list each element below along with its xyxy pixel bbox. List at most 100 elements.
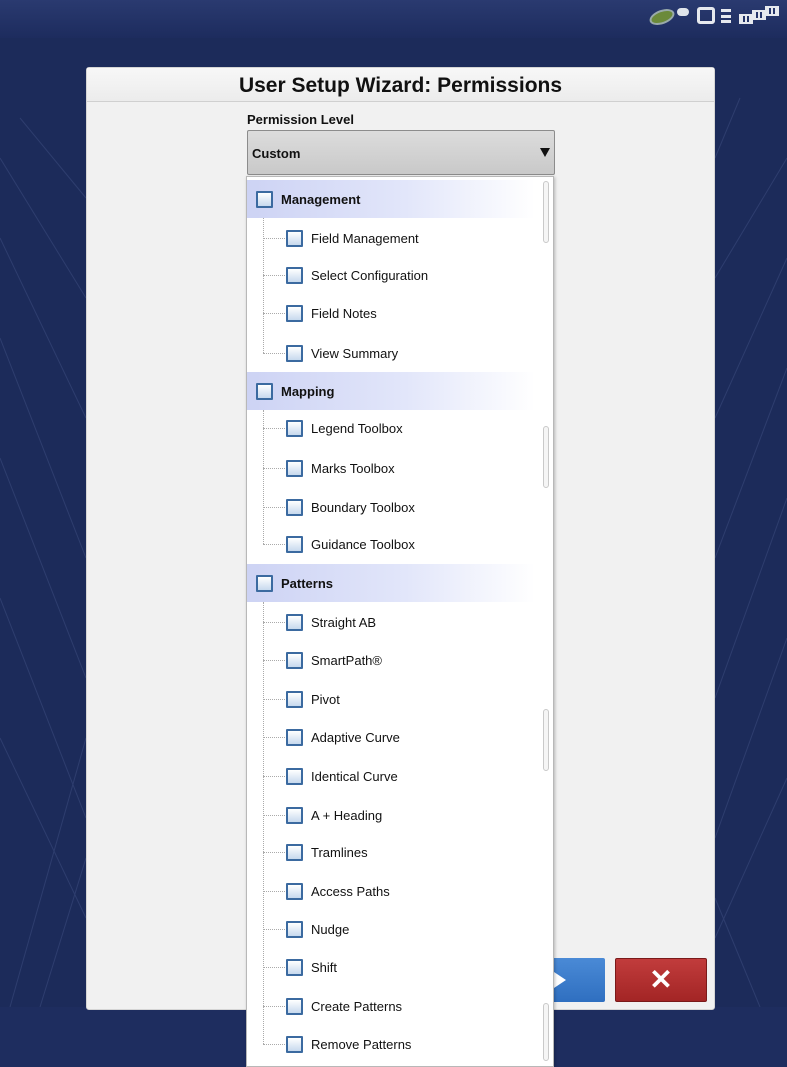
permission-item-row[interactable]: Marks Toolbox	[247, 449, 535, 487]
scrollbar-thumb-1[interactable]	[543, 181, 549, 243]
permission-item-label: Remove Patterns	[311, 1036, 412, 1052]
permission-level-value: Custom	[252, 146, 301, 161]
checkbox-icon[interactable]	[286, 459, 303, 477]
checkbox-icon[interactable]	[286, 613, 303, 631]
permission-item-label: A + Heading	[311, 807, 383, 823]
tree-connector	[263, 468, 285, 469]
permission-item-row[interactable]: Pivot	[247, 680, 535, 718]
permission-item-label: SmartPath®	[311, 652, 382, 668]
permission-item-row[interactable]: Shift	[247, 948, 535, 986]
cancel-button[interactable]: ✕	[615, 958, 707, 1002]
permission-item-row[interactable]: Field Notes	[247, 294, 535, 332]
permission-item-label: Nudge	[311, 921, 350, 937]
group-row[interactable]: Mapping	[247, 372, 535, 410]
checkbox-icon[interactable]	[286, 1035, 303, 1053]
checkbox-icon[interactable]	[286, 806, 303, 824]
tree-connector	[263, 967, 285, 968]
permission-item-label: Select Configuration	[311, 267, 429, 283]
group-label: Management	[281, 191, 361, 207]
permission-item-row[interactable]: View Summary	[247, 334, 535, 372]
tree-connector	[263, 660, 285, 661]
checkbox-icon[interactable]	[286, 728, 303, 746]
scrollbar-thumb-2[interactable]	[543, 426, 549, 488]
leaf-status-icon[interactable]	[647, 5, 689, 29]
checkbox-icon[interactable]	[286, 882, 303, 900]
permission-item-row[interactable]: A + Heading	[247, 796, 535, 834]
permission-item-label: Marks Toolbox	[311, 460, 395, 476]
dialog-title: User Setup Wizard: Permissions	[87, 68, 714, 102]
checkbox-icon[interactable]	[286, 344, 303, 362]
checkbox-icon[interactable]	[286, 690, 303, 708]
tree-connector	[263, 622, 285, 623]
checkbox-icon[interactable]	[286, 498, 303, 516]
permission-item-label: View Summary	[311, 345, 399, 361]
tree-connector	[263, 1006, 285, 1007]
tree-connector	[263, 602, 264, 1044]
group-label: Patterns	[281, 575, 334, 591]
tree-connector	[263, 428, 285, 429]
checkbox-icon[interactable]	[286, 920, 303, 938]
permission-level-select[interactable]: Custom	[247, 130, 555, 175]
scrollbar-thumb-3[interactable]	[543, 709, 549, 771]
permission-item-label: Access Paths	[311, 883, 390, 899]
list-scrollbar[interactable]	[543, 181, 549, 1061]
tree-connector	[263, 353, 285, 354]
dropdown-arrow-icon	[540, 148, 550, 157]
tree-connector	[263, 1044, 285, 1045]
tree-connector	[263, 737, 285, 738]
tree-connector	[263, 410, 264, 544]
permission-item-row[interactable]: Tramlines	[247, 833, 535, 871]
satellite-signal-icon[interactable]	[739, 6, 779, 26]
permission-item-row[interactable]: Boundary Toolbox	[247, 488, 535, 526]
group-row[interactable]: Patterns	[247, 564, 535, 602]
next-arrow-icon	[554, 972, 566, 988]
checkbox-icon[interactable]	[286, 229, 303, 247]
permission-item-row[interactable]: Create Patterns	[247, 987, 535, 1025]
permission-item-label: Straight AB	[311, 614, 377, 630]
tree-connector	[263, 275, 285, 276]
tree-connector	[263, 776, 285, 777]
status-bar	[0, 0, 787, 38]
tree-connector	[263, 218, 264, 353]
tree-connector	[263, 929, 285, 930]
permission-item-row[interactable]: Legend Toolbox	[247, 409, 535, 447]
checkbox-icon[interactable]	[256, 574, 273, 592]
permission-item-label: Identical Curve	[311, 768, 398, 784]
permission-item-row[interactable]: Select Configuration	[247, 256, 535, 294]
permission-item-row[interactable]: Remove Patterns	[247, 1025, 535, 1063]
checkbox-icon[interactable]	[286, 843, 303, 861]
checkbox-icon[interactable]	[286, 651, 303, 669]
cancel-x-icon: ✕	[649, 964, 673, 995]
checkbox-icon[interactable]	[286, 958, 303, 976]
checkbox-icon[interactable]	[286, 266, 303, 284]
permission-item-row[interactable]: Access Paths	[247, 872, 535, 910]
permission-item-label: Create Patterns	[311, 998, 403, 1014]
display-status-icon[interactable]	[697, 6, 731, 26]
tree-connector	[263, 699, 285, 700]
scrollbar-thumb-4[interactable]	[543, 1003, 549, 1061]
tree-connector	[263, 544, 285, 545]
permission-item-label: Adaptive Curve	[311, 729, 400, 745]
permission-item-row[interactable]: Field Management	[247, 219, 535, 257]
permission-item-row[interactable]: Straight AB	[247, 603, 535, 641]
checkbox-icon[interactable]	[286, 304, 303, 322]
permission-item-row[interactable]: SmartPath®	[247, 641, 535, 679]
checkbox-icon[interactable]	[286, 997, 303, 1015]
group-row[interactable]: Management	[247, 180, 535, 218]
next-button[interactable]	[551, 958, 605, 1002]
checkbox-icon[interactable]	[256, 382, 273, 400]
permission-item-row[interactable]: Identical Curve	[247, 757, 535, 795]
checkbox-icon[interactable]	[286, 767, 303, 785]
checkbox-icon[interactable]	[286, 535, 303, 553]
checkbox-icon[interactable]	[286, 419, 303, 437]
permission-item-label: Legend Toolbox	[311, 420, 403, 436]
tree-connector	[263, 852, 285, 853]
tree-connector	[263, 891, 285, 892]
tree-connector	[263, 313, 285, 314]
permission-item-row[interactable]: Guidance Toolbox	[247, 525, 535, 563]
permission-item-label: Guidance Toolbox	[311, 536, 415, 552]
permission-item-row[interactable]: Adaptive Curve	[247, 718, 535, 756]
checkbox-icon[interactable]	[256, 190, 273, 208]
permission-item-row[interactable]: Nudge	[247, 910, 535, 948]
permission-item-label: Field Notes	[311, 305, 377, 321]
